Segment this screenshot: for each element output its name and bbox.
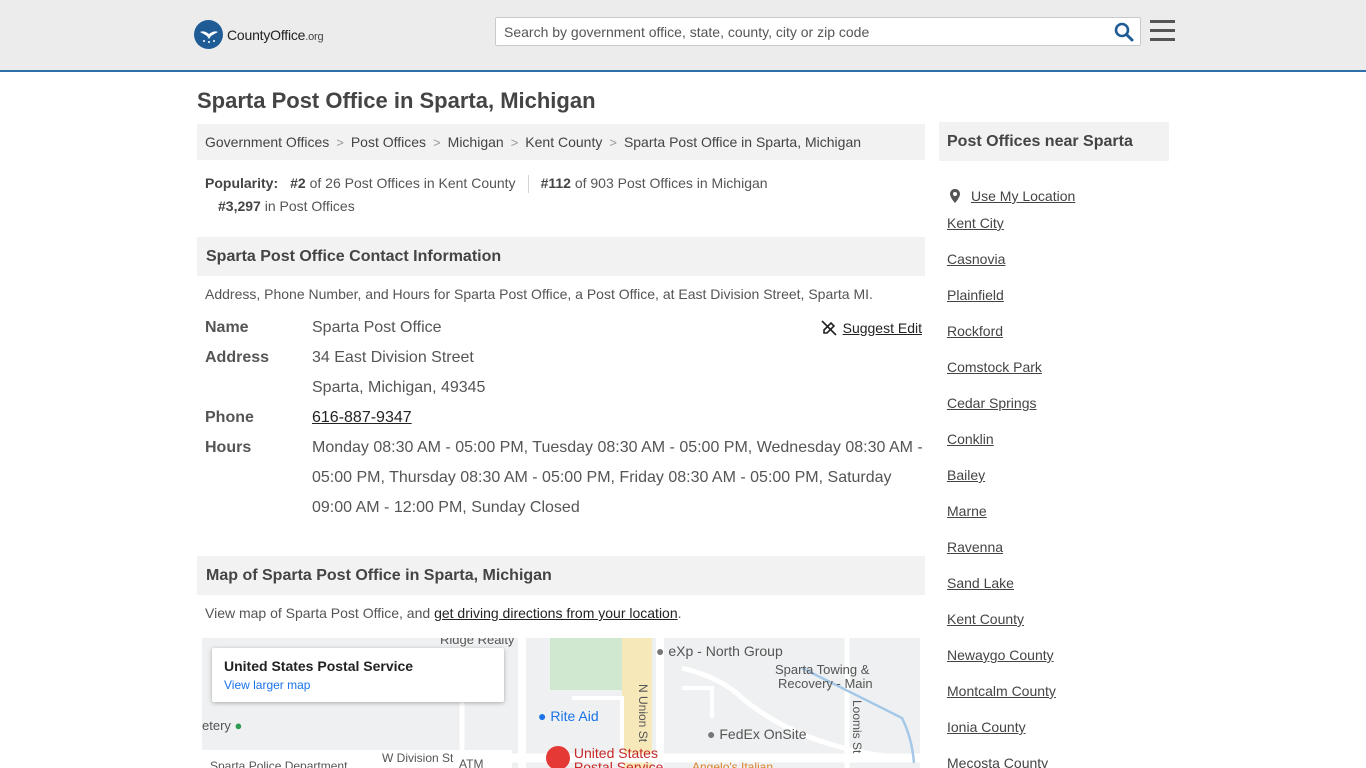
map-info-card: United States Postal Service View larger… — [212, 648, 504, 702]
nearby-comstock-park[interactable]: Comstock Park — [947, 358, 1167, 394]
map-label-atm: ATM — [459, 757, 484, 768]
shopping-pin-icon: ● — [538, 708, 547, 724]
use-my-location-link[interactable]: Use My Location — [971, 187, 1075, 205]
breadcrumb-michigan[interactable]: Michigan — [448, 134, 504, 150]
site-logo[interactable]: CountyOffice.org — [194, 20, 324, 49]
map-label-exp: ● eXp - North Group — [656, 643, 783, 659]
hours-label: Hours — [205, 439, 252, 456]
map-pin-icon: ● — [707, 726, 716, 742]
rank-state-text: of 903 Post Offices in Michigan — [574, 175, 768, 191]
suggest-edit-button[interactable]: Suggest Edit — [821, 313, 922, 343]
map-label-cemetery: etery ● — [202, 718, 243, 733]
logo-wordmark: CountyOffice.org — [227, 26, 324, 43]
nearby-kent-county[interactable]: Kent County — [947, 610, 1167, 646]
map-label-n-union: N Union St — [636, 684, 650, 743]
nearby-sand-lake[interactable]: Sand Lake — [947, 574, 1167, 610]
divider — [527, 174, 529, 193]
site-header: CountyOffice.org — [0, 0, 1366, 72]
location-pin-icon — [950, 189, 960, 203]
map-label-towing-2: Recovery - Main — [778, 676, 873, 691]
popularity-label: Popularity: — [205, 175, 279, 191]
breadcrumb: Government Offices > Post Offices > Mich… — [197, 124, 925, 160]
map-label-police: Sparta Police Department — [210, 759, 348, 768]
rank-county-text: of 26 Post Offices in Kent County — [309, 175, 516, 191]
chevron-right-icon: > — [336, 134, 344, 150]
chevron-right-icon: > — [433, 134, 441, 150]
nearby-kent-city[interactable]: Kent City — [947, 214, 1167, 250]
nearby-marne[interactable]: Marne — [947, 502, 1167, 538]
usps-marker-label-2: Postal Service — [573, 759, 664, 768]
nearby-ionia-county[interactable]: Ionia County — [947, 718, 1167, 754]
address-line1: 34 East Division Street — [312, 349, 474, 366]
suggest-edit-label: Suggest Edit — [842, 320, 922, 336]
map-pin-icon: ● — [656, 643, 665, 659]
hamburger-menu-icon[interactable] — [1150, 19, 1175, 42]
address-label: Address — [205, 349, 270, 366]
nearby-rockford[interactable]: Rockford — [947, 322, 1167, 358]
chevron-right-icon: > — [609, 134, 617, 150]
address-line2: Sparta, Michigan, 49345 — [312, 379, 486, 396]
map-card-title: United States Postal Service — [224, 658, 414, 674]
breadcrumb-kent-county[interactable]: Kent County — [525, 134, 602, 150]
map-label-towing-1: Sparta Towing & — [775, 662, 870, 677]
nearby-cedar-springs[interactable]: Cedar Springs — [947, 394, 1167, 430]
breadcrumb-government-offices[interactable]: Government Offices — [205, 134, 329, 150]
usps-marker[interactable]: United States Postal Service — [546, 746, 663, 768]
map-description: View map of Sparta Post Office, and get … — [205, 605, 682, 621]
search-bar — [495, 17, 1141, 46]
map-label-angelos: Angelo's Italian — [692, 760, 774, 768]
name-label: Name — [205, 319, 249, 336]
map-label-fedex: ● FedEx OnSite — [707, 726, 807, 742]
nearby-offices-heading: Post Offices near Sparta — [939, 122, 1169, 161]
contact-heading: Sparta Post Office Contact Information — [197, 237, 925, 276]
hours-value: Monday 08:30 AM - 05:00 PM, Tuesday 08:3… — [312, 439, 923, 516]
embedded-map[interactable]: United States Postal Service View larger… — [202, 638, 920, 768]
nearby-montcalm-county[interactable]: Montcalm County — [947, 682, 1167, 718]
contact-info: Suggest Edit Name Sparta Post Office Addr… — [205, 313, 925, 523]
breadcrumb-current: Sparta Post Office in Sparta, Michigan — [623, 134, 862, 150]
rank-state: #112 — [540, 175, 571, 191]
breadcrumb-post-offices[interactable]: Post Offices — [351, 134, 426, 150]
phone-link[interactable]: 616-887-9347 — [312, 409, 412, 426]
map-heading: Map of Sparta Post Office in Sparta, Mic… — [197, 556, 925, 595]
park-pin-icon: ● — [234, 718, 243, 733]
nearby-casnovia[interactable]: Casnovia — [947, 250, 1167, 286]
chevron-right-icon: > — [510, 134, 519, 150]
page-title: Sparta Post Office in Sparta, Michigan — [197, 88, 596, 113]
view-larger-map-link[interactable]: View larger map — [224, 678, 492, 692]
map-marker-icon — [546, 746, 570, 768]
nearby-bailey[interactable]: Bailey — [947, 466, 1167, 502]
driving-directions-link[interactable]: get driving directions from your locatio… — [434, 605, 678, 621]
rank-national: #3,297 — [218, 198, 261, 214]
search-icon[interactable] — [1114, 22, 1134, 42]
nearby-newaygo-county[interactable]: Newaygo County — [947, 646, 1167, 682]
nearby-plainfield[interactable]: Plainfield — [947, 286, 1167, 322]
nearby-offices-list: Use My Location Kent City Casnovia Plain… — [947, 178, 1167, 768]
contact-description: Address, Phone Number, and Hours for Spa… — [205, 286, 873, 302]
rank-county: #2 — [290, 175, 306, 191]
popularity-ranks: Popularity: #2 of 26 Post Offices in Ken… — [205, 172, 925, 218]
nearby-conklin[interactable]: Conklin — [947, 430, 1167, 466]
map-label-ridge: Ridge Realty — [440, 638, 515, 647]
map-label-loomis: Loomis St — [850, 700, 864, 754]
nearby-ravenna[interactable]: Ravenna — [947, 538, 1167, 574]
map-label-rite-aid: ● Rite Aid — [538, 708, 599, 724]
nearby-mecosta-county[interactable]: Mecosta County — [947, 754, 1167, 768]
rank-national-text: in Post Offices — [264, 198, 355, 214]
phone-label: Phone — [205, 409, 254, 426]
edit-off-icon — [821, 320, 837, 336]
map-label-w-division: W Division St — [382, 751, 454, 765]
eagle-logo-icon — [194, 20, 223, 49]
use-location-row: Use My Location — [947, 178, 1167, 214]
search-input[interactable] — [496, 18, 1096, 45]
